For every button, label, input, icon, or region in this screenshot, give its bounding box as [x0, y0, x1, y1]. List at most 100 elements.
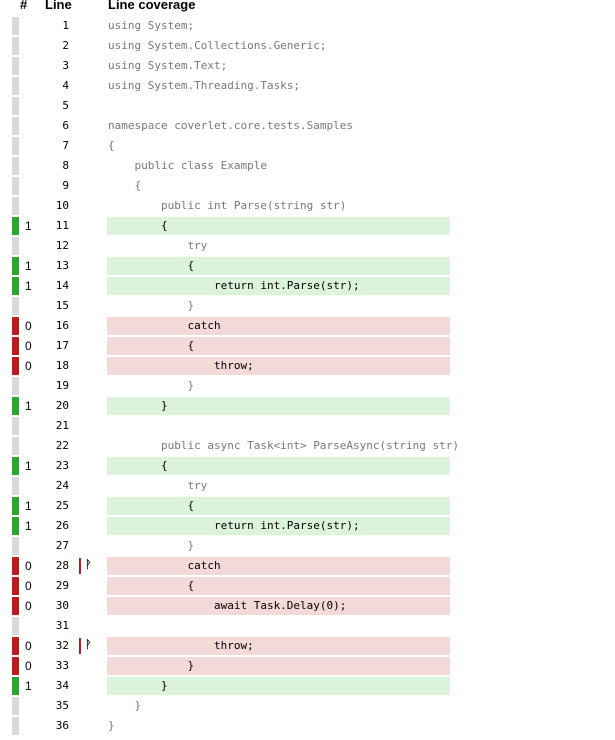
code-line-row: 1 20 }	[0, 396, 615, 416]
line-number: 12	[55, 239, 69, 252]
coverage-indicator-bar	[12, 117, 19, 135]
code-line-row: 1 using System;	[0, 16, 615, 36]
line-number: 7	[62, 139, 69, 152]
source-code-line: throw;	[107, 357, 450, 375]
coverage-indicator-bar	[12, 637, 19, 655]
source-code-line: }	[108, 539, 195, 552]
line-number: 34	[55, 679, 69, 692]
code-line-row: 0 18 throw;	[0, 356, 615, 376]
branch-marker-line	[79, 638, 81, 654]
coverage-indicator-bar	[12, 337, 19, 355]
source-code-line: {	[107, 577, 450, 595]
source-code-line: {	[108, 179, 142, 192]
code-line-row: 0 17 {	[0, 336, 615, 356]
coverage-indicator-bar	[12, 617, 19, 635]
code-line-row: 2 using System.Collections.Generic;	[0, 36, 615, 56]
line-number: 22	[55, 439, 69, 452]
source-code-line: catch	[107, 317, 450, 335]
coverage-indicator-bar	[12, 437, 19, 455]
code-line-row: 0 32 ᚹ throw;	[0, 636, 615, 656]
code-line-row: 27 }	[0, 536, 615, 556]
source-code-line: using System;	[108, 19, 195, 32]
code-line-row: 1 26 return int.Parse(str);	[0, 516, 615, 536]
line-number: 21	[55, 419, 69, 432]
code-line-row: 22 public async Task<int> ParseAsync(str…	[0, 436, 615, 456]
line-number: 3	[62, 59, 69, 72]
line-number: 15	[55, 299, 69, 312]
code-line-row: 9 {	[0, 176, 615, 196]
source-code-line: {	[107, 337, 450, 355]
source-code-line: }	[107, 677, 450, 695]
coverage-indicator-bar	[12, 197, 19, 215]
source-code-line	[107, 97, 450, 115]
code-line-row: 15 }	[0, 296, 615, 316]
code-line-row: 1 23 {	[0, 456, 615, 476]
hit-count: 0	[25, 319, 32, 333]
line-number: 24	[55, 479, 69, 492]
coverage-indicator-bar	[12, 137, 19, 155]
coverage-indicator-bar	[12, 657, 19, 675]
coverage-indicator-bar	[12, 457, 19, 475]
coverage-indicator-bar	[12, 157, 19, 175]
coverage-indicator-bar	[12, 277, 19, 295]
code-line-row: 12 try	[0, 236, 615, 256]
source-code-line: }	[107, 657, 450, 675]
code-line-row: 7{	[0, 136, 615, 156]
coverage-indicator-bar	[12, 317, 19, 335]
line-number: 29	[55, 579, 69, 592]
line-number: 8	[62, 159, 69, 172]
code-line-row: 3 using System.Text;	[0, 56, 615, 76]
source-code-line: try	[108, 239, 208, 252]
line-number: 16	[55, 319, 69, 332]
code-line-row: 6 namespace coverlet.core.tests.Samples	[0, 116, 615, 136]
line-number: 1	[62, 19, 69, 32]
code-line-row: 19 }	[0, 376, 615, 396]
hit-count: 0	[25, 599, 32, 613]
coverage-indicator-bar	[12, 537, 19, 555]
coverage-indicator-bar	[12, 57, 19, 75]
line-number: 27	[55, 539, 69, 552]
coverage-indicator-bar	[12, 257, 19, 275]
hit-count: 1	[25, 459, 32, 473]
branch-icon: ᚹ	[85, 558, 92, 571]
coverage-indicator-bar	[12, 577, 19, 595]
hit-count: 0	[25, 579, 32, 593]
source-code-line: return int.Parse(str);	[107, 517, 450, 535]
source-code-line: public async Task<int> ParseAsync(string…	[108, 439, 459, 452]
code-line-row: 21	[0, 416, 615, 436]
code-line-row: 0 33 }	[0, 656, 615, 676]
hit-count: 1	[25, 259, 32, 273]
source-code-line: public class Example	[108, 159, 267, 172]
source-code-line: catch	[107, 557, 450, 575]
coverage-indicator-bar	[12, 497, 19, 515]
source-code-line: await Task.Delay(0);	[107, 597, 450, 615]
code-line-row: 10 public int Parse(string str)	[0, 196, 615, 216]
coverage-indicator-bar	[12, 177, 19, 195]
line-number: 13	[55, 259, 69, 272]
hit-count: 0	[25, 639, 32, 653]
hit-count: 1	[25, 279, 32, 293]
line-number: 25	[55, 499, 69, 512]
source-code-line: }	[107, 397, 450, 415]
hit-count: 0	[25, 659, 32, 673]
coverage-indicator-bar	[12, 357, 19, 375]
coverage-indicator-bar	[12, 417, 19, 435]
branch-indicator[interactable]: ᚹ	[79, 638, 93, 654]
line-number: 11	[55, 219, 69, 232]
code-line-row: 0 16 catch	[0, 316, 615, 336]
code-line-row: 0 30 await Task.Delay(0);	[0, 596, 615, 616]
line-number: 36	[55, 719, 69, 732]
code-line-row: 1 13 {	[0, 256, 615, 276]
code-line-row: 1 25 {	[0, 496, 615, 516]
source-code-line: using System.Collections.Generic;	[108, 39, 327, 52]
code-line-row: 8 public class Example	[0, 156, 615, 176]
branch-icon: ᚹ	[85, 638, 92, 651]
line-number: 5	[62, 99, 69, 112]
line-number: 18	[55, 359, 69, 372]
source-code-line: {	[108, 139, 115, 152]
line-number: 32	[55, 639, 69, 652]
branch-indicator[interactable]: ᚹ	[79, 558, 93, 574]
line-number: 33	[55, 659, 69, 672]
source-code-line: }	[108, 379, 195, 392]
coverage-indicator-bar	[12, 477, 19, 495]
